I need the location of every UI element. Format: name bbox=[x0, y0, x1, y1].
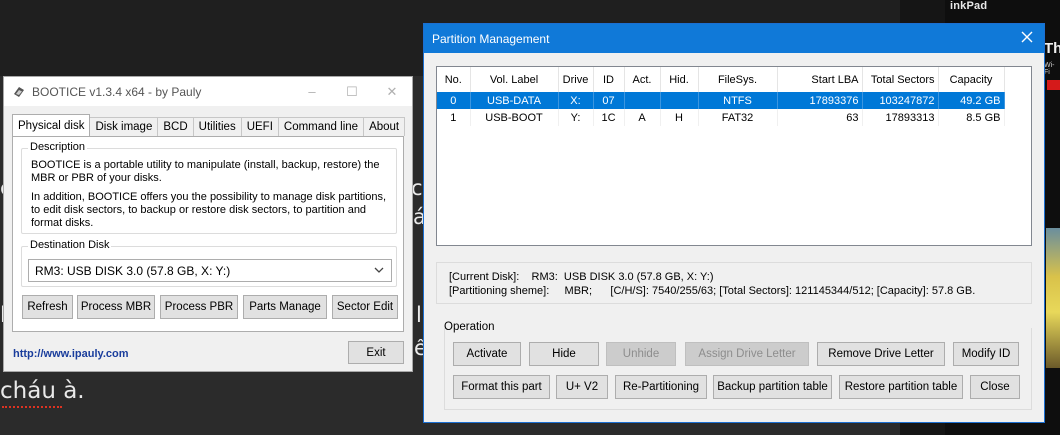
cell-vol-label: USB-DATA bbox=[470, 92, 559, 109]
col-header-total-sectors[interactable]: Total Sectors bbox=[862, 67, 939, 92]
partition-list[interactable]: No. Vol. Label Drive ID Act. Hid. FileSy… bbox=[436, 66, 1032, 246]
assign-drive-letter-button[interactable]: Assign Drive Letter bbox=[685, 342, 809, 366]
cell-no: 1 bbox=[437, 109, 471, 126]
cell-filesys: FAT32 bbox=[698, 109, 778, 126]
refresh-button[interactable]: Refresh bbox=[22, 295, 73, 319]
cell-capacity: 49.2 GB bbox=[938, 92, 1005, 109]
col-header-no[interactable]: No. bbox=[437, 67, 471, 92]
close-button[interactable]: Close bbox=[970, 375, 1020, 399]
parts-manage-button[interactable]: Parts Manage bbox=[243, 295, 327, 319]
partition-management-title: Partition Management bbox=[432, 31, 550, 46]
restore-partition-table-button[interactable]: Restore partition table bbox=[839, 375, 963, 399]
process-pbr-button[interactable]: Process PBR bbox=[160, 295, 238, 319]
tab-disk-image[interactable]: Disk image bbox=[89, 117, 159, 136]
col-header-drive[interactable]: Drive bbox=[558, 67, 594, 92]
bootice-tab-bar: Physical disk Disk image BCD Utilities U… bbox=[12, 114, 406, 136]
close-icon[interactable]: ✕ bbox=[372, 77, 412, 106]
bootice-titlebar[interactable]: BOOTICE v1.3.4 x64 - by Pauly – ☐ ✕ bbox=[4, 77, 412, 106]
partition-management-titlebar[interactable]: Partition Management bbox=[424, 24, 1044, 53]
col-header-act[interactable]: Act. bbox=[624, 67, 661, 92]
bootice-title: BOOTICE v1.3.4 x64 - by Pauly bbox=[32, 84, 202, 99]
unhide-button[interactable]: Unhide bbox=[606, 342, 676, 366]
remove-drive-letter-button[interactable]: Remove Drive Letter bbox=[817, 342, 945, 366]
cell-total-sectors: 103247872 bbox=[862, 92, 939, 109]
destination-disk-select[interactable]: RM3: USB DISK 3.0 (57.8 GB, X: Y:) bbox=[28, 259, 392, 282]
maximize-icon[interactable]: ☐ bbox=[332, 77, 372, 106]
background-text-fragment: l bbox=[416, 303, 422, 327]
cell-start-lba: 17893376 bbox=[777, 92, 863, 109]
col-header-start-lba[interactable]: Start LBA bbox=[777, 67, 863, 92]
cell-id: 07 bbox=[593, 92, 625, 109]
bootice-window: BOOTICE v1.3.4 x64 - by Pauly – ☐ ✕ Phys… bbox=[3, 76, 413, 372]
partition-management-window: Partition Management No. Vol. Label Driv… bbox=[423, 23, 1045, 423]
col-header-id[interactable]: ID bbox=[593, 67, 625, 92]
col-header-vol-label[interactable]: Vol. Label bbox=[470, 67, 559, 92]
destination-disk-value: RM3: USB DISK 3.0 (57.8 GB, X: Y:) bbox=[35, 263, 231, 278]
background-brand-text: inkPad bbox=[950, 0, 988, 12]
cell-no: 0 bbox=[437, 92, 471, 109]
minimize-icon[interactable]: – bbox=[292, 77, 332, 106]
process-mbr-button[interactable]: Process MBR bbox=[77, 295, 155, 319]
physical-disk-panel: Description BOOTICE is a portable utilit… bbox=[12, 136, 404, 332]
cell-start-lba: 63 bbox=[777, 109, 863, 126]
cell-drive: X: bbox=[558, 92, 594, 109]
cell-vol-label: USB-BOOT bbox=[470, 109, 559, 126]
col-header-capacity[interactable]: Capacity bbox=[938, 67, 1005, 92]
background-photo-strip bbox=[1046, 228, 1060, 368]
background-red-accent bbox=[1047, 80, 1060, 90]
sector-edit-button[interactable]: Sector Edit bbox=[332, 295, 398, 319]
cell-total-sectors: 17893313 bbox=[862, 109, 939, 126]
background-wifi-text: Wi-Fi bbox=[1044, 62, 1055, 76]
cell-filesys: NTFS bbox=[698, 92, 778, 109]
description-text-1: BOOTICE is a portable utility to manipul… bbox=[31, 159, 380, 184]
partition-row[interactable]: 1 USB-BOOT Y: 1C A H FAT32 63 17893313 8… bbox=[437, 109, 1005, 126]
partition-list-header: No. Vol. Label Drive ID Act. Hid. FileSy… bbox=[437, 67, 1005, 92]
hide-button[interactable]: Hide bbox=[529, 342, 599, 366]
cell-capacity: 8.5 GB bbox=[938, 109, 1005, 126]
backup-partition-table-button[interactable]: Backup partition table bbox=[713, 375, 832, 399]
cell-hid: H bbox=[660, 109, 699, 126]
close-icon[interactable] bbox=[1020, 30, 1034, 44]
partition-row[interactable]: 0 USB-DATA X: 07 NTFS 17893376 103247872… bbox=[437, 92, 1005, 109]
destination-disk-group: Destination Disk RM3: USB DISK 3.0 (57.8… bbox=[21, 239, 397, 287]
activate-button[interactable]: Activate bbox=[453, 342, 521, 366]
cell-drive: Y: bbox=[558, 109, 594, 126]
tab-utilities[interactable]: Utilities bbox=[192, 117, 242, 136]
col-header-hid[interactable]: Hid. bbox=[660, 67, 699, 92]
cell-hid bbox=[660, 92, 699, 109]
u-plus-v2-button[interactable]: U+ V2 bbox=[556, 375, 608, 399]
tab-bcd[interactable]: BCD bbox=[157, 117, 194, 136]
tab-uefi[interactable]: UEFI bbox=[240, 117, 279, 136]
bootice-app-icon bbox=[12, 85, 26, 99]
ipauly-link[interactable]: http://www.ipauly.com bbox=[13, 348, 129, 360]
cell-id: 1C bbox=[593, 109, 625, 126]
description-text-2: In addition, BOOTICE offers you the poss… bbox=[31, 191, 387, 229]
tab-about[interactable]: About bbox=[363, 117, 406, 136]
destination-disk-legend: Destination Disk bbox=[28, 239, 112, 251]
background-text-line: cháu à. bbox=[0, 378, 85, 404]
repartitioning-button[interactable]: Re-Partitioning bbox=[615, 375, 707, 399]
col-header-filesys[interactable]: FileSys. bbox=[698, 67, 778, 92]
background-thin-text: Thin bbox=[1044, 40, 1060, 57]
partitioning-scheme-info: [Partitioning sheme]: MBR; [C/H/S]: 7540… bbox=[449, 285, 976, 297]
description-legend: Description bbox=[28, 141, 88, 153]
cell-act: A bbox=[624, 109, 661, 126]
disk-info-box: [Current Disk]: RM3: USB DISK 3.0 (57.8 … bbox=[436, 262, 1032, 304]
tab-physical-disk[interactable]: Physical disk bbox=[12, 114, 91, 136]
modify-id-button[interactable]: Modify ID bbox=[953, 342, 1019, 366]
current-disk-info: [Current Disk]: RM3: USB DISK 3.0 (57.8 … bbox=[449, 271, 714, 283]
cell-act bbox=[624, 92, 661, 109]
spellcheck-underline bbox=[2, 405, 62, 408]
chevron-down-icon bbox=[374, 267, 384, 273]
description-group: Description BOOTICE is a portable utilit… bbox=[21, 141, 397, 234]
exit-button[interactable]: Exit bbox=[348, 341, 404, 364]
format-partition-button[interactable]: Format this part bbox=[453, 375, 550, 399]
tab-command-line[interactable]: Command line bbox=[277, 117, 365, 136]
